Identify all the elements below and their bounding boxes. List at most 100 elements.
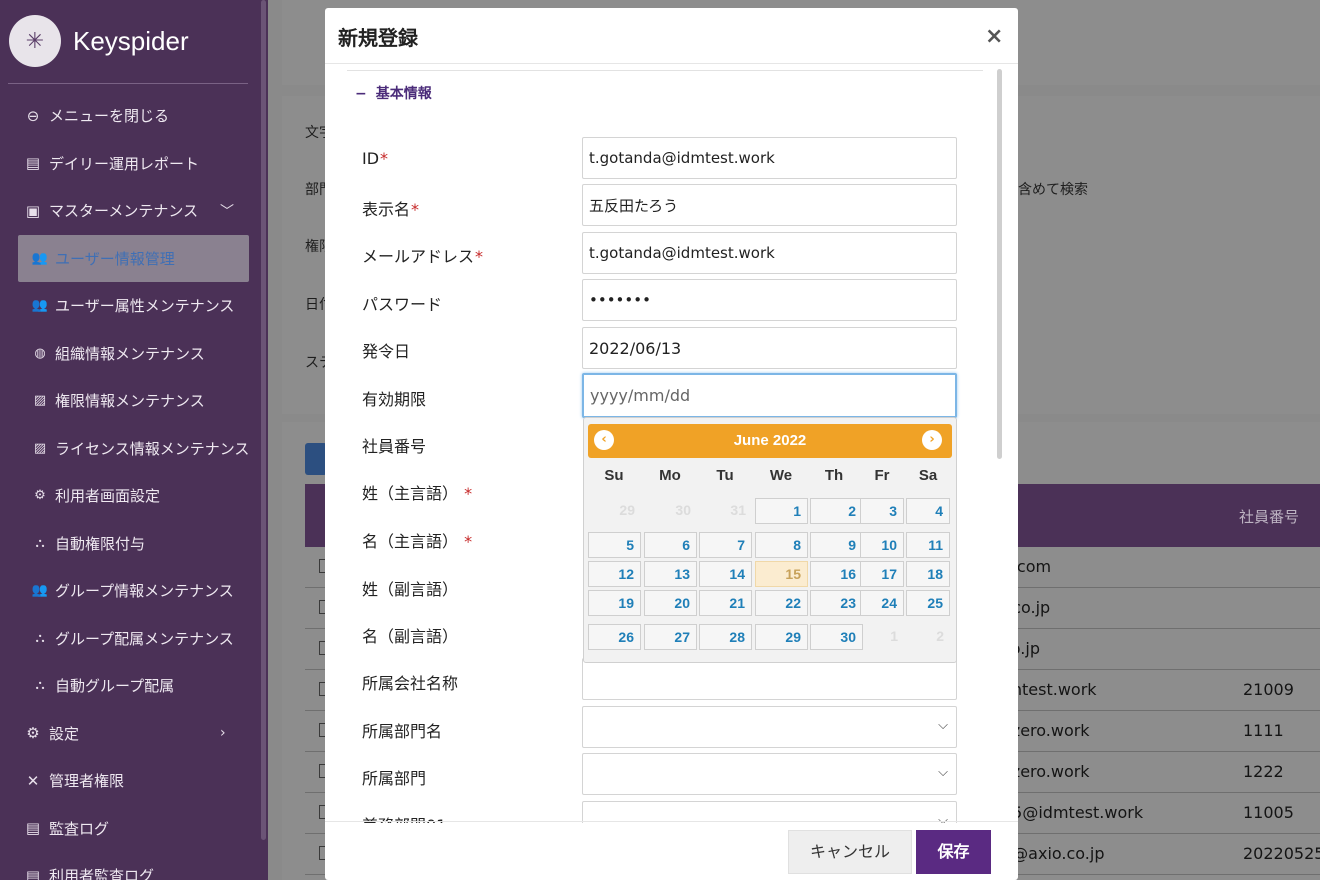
employee-number-cell: 1111 [1243,721,1284,740]
calendar-day-today[interactable]: 15 [755,561,808,587]
employee-number-cell: 1222 [1243,762,1284,781]
sidebar-item-group-info[interactable]: 👥 グループ情報メンテナンス [0,567,260,615]
calendar-day[interactable]: 21 [699,590,752,616]
divider [347,70,983,71]
calendar-day[interactable]: 22 [755,590,808,616]
weekday-header: Sa [918,467,938,484]
calendar-day[interactable]: 14 [699,561,752,587]
sitemap-icon: ⛬ [35,630,45,646]
sidebar-item-user-info[interactable]: 👥 ユーザー情報管理 [18,234,249,282]
department-select[interactable]: ⌵ [582,753,957,795]
column-header: 社員番号 [1239,508,1300,526]
issue-date-field[interactable] [582,327,957,369]
chevron-down-icon: ﹀ [220,203,234,220]
datepicker-title: June 2022 [733,432,807,449]
calendar-day[interactable]: 30 [810,624,863,650]
key-icon: ▨ [33,393,47,409]
calendar-day[interactable]: 13 [644,561,697,587]
calendar-day[interactable]: 24 [860,590,904,616]
calendar-day[interactable]: 28 [699,624,752,650]
sidebar-item-user-attributes[interactable]: 👥 ユーザー属性メンテナンス [0,282,260,330]
add-button[interactable] [305,443,327,475]
concurrent-department-select[interactable]: ⌵ [582,801,957,823]
calendar-day[interactable]: 6 [644,532,697,558]
display-name-field[interactable] [582,184,957,226]
email-cell: 05@idmtest.work [1002,803,1144,822]
weekday-header: Th [824,467,844,484]
calendar-day[interactable]: 1 [755,498,808,524]
calendar-day[interactable]: 29 [755,624,808,650]
calendar-day[interactable]: 5 [588,532,641,558]
calendar-day[interactable]: 11 [906,532,950,558]
monitor-icon: ▣ [25,201,41,220]
calendar-day[interactable]: 4 [906,498,950,524]
sidebar-item-permissions[interactable]: ▨ 権限情報メンテナンス [0,377,260,425]
expiry-date-field[interactable] [582,373,957,418]
weekday-header: We [769,467,793,484]
calendar-day[interactable]: 8 [755,532,808,558]
calendar-day[interactable]: 7 [699,532,752,558]
calendar-day[interactable]: 12 [588,561,641,587]
sidebar-item-auto-permission[interactable]: ⛬ 自動権限付与 [0,520,260,568]
sidebar-item-user-audit-log[interactable]: ▤ 利用者監査ログ [0,852,260,880]
calendar-day[interactable]: 25 [906,590,950,616]
sidebar-item-admin[interactable]: ✕ 管理者権限 [0,757,260,805]
section-toggle-basic-info[interactable]: − 基本情報 [355,83,432,103]
department-name-select[interactable]: ⌵ [582,706,957,748]
password-field[interactable] [582,279,957,321]
email-field[interactable] [582,232,957,274]
employee-number-cell: 11005 [1243,803,1294,822]
calendar-day[interactable]: 19 [588,590,641,616]
calendar-day-other-month: 30 [675,502,691,518]
calendar-day[interactable]: 16 [810,561,863,587]
calendar-day[interactable]: 9 [810,532,863,558]
display-name-label: 表示名* [362,200,420,219]
sidebar-item-user-screen-settings[interactable]: ⚙ 利用者画面設定 [0,472,260,520]
sidebar-item-daily-report[interactable]: ▤ デイリー運用レポート [0,140,260,188]
sidebar-scrollbar[interactable] [261,0,266,840]
sidebar-item-license[interactable]: ▨ ライセンス情報メンテナンス [0,425,260,473]
save-button[interactable]: 保存 [916,830,991,874]
calendar-day[interactable]: 17 [860,561,904,587]
sidebar-item-label: 自動権限付与 [55,534,146,553]
sidebar-item-label: 利用者画面設定 [55,487,161,506]
users-icon: 👥 [31,298,49,314]
calendar-day[interactable]: 20 [644,590,697,616]
cancel-button[interactable]: キャンセル [788,830,912,874]
sitemap-icon: ⛬ [35,678,45,694]
sidebar-item-master-maintenance[interactable]: ▣ マスターメンテナンス ﹀ [0,187,260,235]
sidebar-item-label: グループ情報メンテナンス [55,582,234,601]
next-month-icon[interactable]: › [922,430,942,450]
sidebar-item-settings[interactable]: ⚙ 設定 › [0,710,260,758]
spider-logo-icon: ✳ [9,15,61,67]
sidebar-item-audit-log[interactable]: ▤ 監査ログ [0,805,260,853]
close-icon[interactable]: × [985,24,1003,49]
book-icon: ▤ [25,819,41,838]
company-name-field[interactable] [582,658,957,700]
book-icon: ▤ [25,154,41,173]
calendar-day[interactable]: 10 [860,532,904,558]
id-field[interactable] [582,137,957,179]
collapse-icon: − [355,86,367,102]
calendar-day[interactable]: 3 [860,498,904,524]
weekday-header: Fr [874,467,890,484]
calendar-day[interactable]: 26 [588,624,641,650]
sidebar-item-group-assignment[interactable]: ⛬ グループ配属メンテナンス [0,615,260,663]
sidebar: ✳ Keyspider ⊖ メニューを閉じる ▤ デイリー運用レポート ▣ マス… [0,0,268,880]
calendar-day[interactable]: 27 [644,624,697,650]
employee-number-label: 社員番号 [362,437,427,456]
modal-scrollbar[interactable] [997,69,1002,459]
sidebar-item-label: ライセンス情報メンテナンス [55,439,250,458]
sidebar-item-close-menu[interactable]: ⊖ メニューを閉じる [0,92,260,140]
calendar-day[interactable]: 2 [810,498,863,524]
logo[interactable]: ✳ Keyspider [9,15,189,67]
sidebar-item-organization[interactable]: ◍ 組織情報メンテナンス [0,330,260,378]
calendar-day[interactable]: 18 [906,561,950,587]
sidebar-item-label: グループ配属メンテナンス [55,629,234,648]
gear-icon: ⚙ [26,724,40,743]
sidebar-item-auto-group[interactable]: ⛬ 自動グループ配属 [0,662,260,710]
datepicker-header: ‹ June 2022 › [588,424,952,458]
book-icon: ▤ [25,866,41,880]
sidebar-item-label: ユーザー情報管理 [55,249,175,268]
calendar-day[interactable]: 23 [810,590,863,616]
